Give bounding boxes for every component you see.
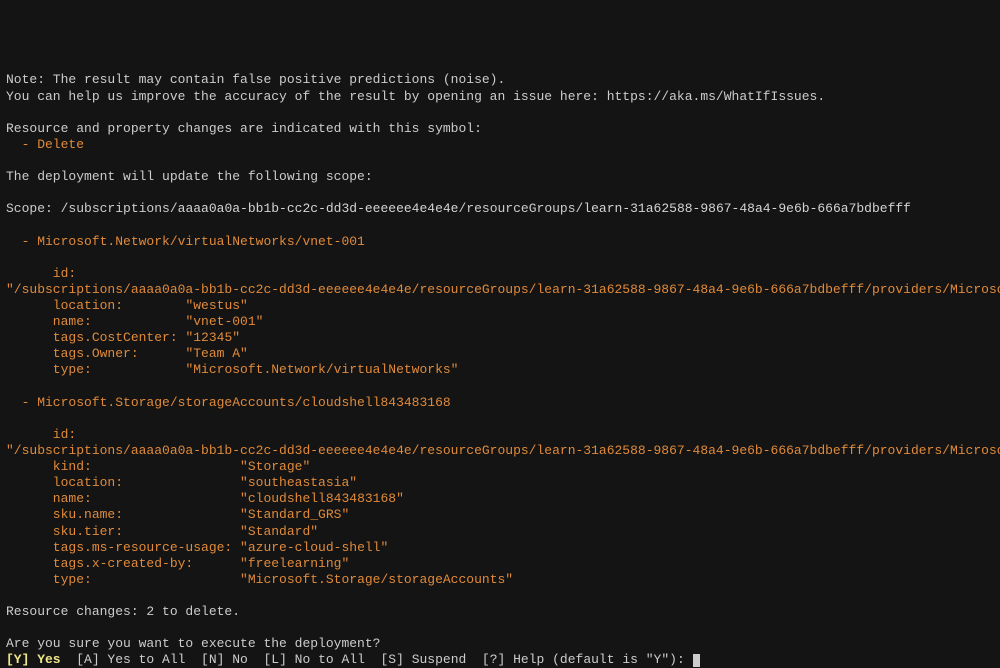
prompt-option-no-all[interactable]: [L] No to All — [248, 652, 365, 667]
scope-rg-label: /resourceGroups/ — [459, 201, 584, 216]
scope-intro: The deployment will update the following… — [6, 169, 373, 184]
res2-location-label: location: — [6, 475, 240, 490]
resource-2-header: - Microsoft.Storage/storageAccounts/clou… — [6, 395, 451, 410]
res2-location-value: "southeastasia" — [240, 475, 357, 490]
delete-symbol: - Delete — [6, 137, 84, 152]
prompt-option-yes-all[interactable]: [A] Yes to All — [61, 652, 186, 667]
res2-tag-created-label: tags.x-created-by: — [6, 556, 240, 571]
res2-id-label: id: — [6, 427, 76, 442]
resource-group-name: learn-31a62588-9867-48a4-9e6b-666a7bdbef… — [583, 201, 911, 216]
confirm-question: Are you sure you want to execute the dep… — [6, 636, 380, 651]
scope-label: Scope: /subscriptions/ — [6, 201, 178, 216]
resource-1-header: - Microsoft.Network/virtualNetworks/vnet… — [6, 234, 365, 249]
res1-location-value: "westus" — [185, 298, 247, 313]
res1-owner-label: tags.Owner: — [6, 346, 185, 361]
res1-type-label: type: — [6, 362, 185, 377]
res2-sku-tier-label: sku.tier: — [6, 524, 240, 539]
res2-sku-name-label: sku.name: — [6, 507, 240, 522]
res2-name-value: "cloudshell843483168" — [240, 491, 404, 506]
res1-type-value: "Microsoft.Network/virtualNetworks" — [185, 362, 458, 377]
note-text-2: You can help us improve the accuracy of … — [6, 89, 825, 104]
prompt-option-suspend[interactable]: [S] Suspend — [365, 652, 466, 667]
res1-costcenter-label: tags.CostCenter: — [6, 330, 185, 345]
res1-costcenter-value: "12345" — [185, 330, 240, 345]
res1-name-label: name: — [6, 314, 185, 329]
res2-tag-usage-value: "azure-cloud-shell" — [240, 540, 388, 555]
res2-kind-value: "Storage" — [240, 459, 310, 474]
res2-name-label: name: — [6, 491, 240, 506]
res2-sku-name-value: "Standard_GRS" — [240, 507, 349, 522]
res1-name-value: "vnet-001" — [185, 314, 263, 329]
prompt-option-no[interactable]: [N] No — [185, 652, 247, 667]
changes-heading: Resource and property changes are indica… — [6, 121, 482, 136]
res2-type-value: "Microsoft.Storage/storageAccounts" — [240, 572, 513, 587]
res1-id-value: "/subscriptions/aaaa0a0a-bb1b-cc2c-dd3d-… — [6, 282, 1000, 297]
subscription-id: aaaa0a0a-bb1b-cc2c-dd3d-eeeeee4e4e4e — [178, 201, 459, 216]
res2-tag-created-value: "freelearning" — [240, 556, 349, 571]
res2-sku-tier-value: "Standard" — [240, 524, 318, 539]
summary-text: Resource changes: 2 to delete. — [6, 604, 240, 619]
note-text: Note: The result may contain false posit… — [6, 72, 505, 87]
res1-location-label: location: — [6, 298, 185, 313]
prompt-option-help[interactable]: [?] Help (default is "Y"): — [466, 652, 692, 667]
res2-kind-label: kind: — [6, 459, 240, 474]
res2-type-label: type: — [6, 572, 240, 587]
prompt-option-yes[interactable]: [Y] Yes — [6, 652, 61, 667]
res2-tag-usage-label: tags.ms-resource-usage: — [6, 540, 240, 555]
terminal-cursor[interactable] — [693, 654, 700, 667]
res1-owner-value: "Team A" — [185, 346, 247, 361]
res2-id-value: "/subscriptions/aaaa0a0a-bb1b-cc2c-dd3d-… — [6, 443, 1000, 458]
res1-id-label: id: — [6, 266, 76, 281]
